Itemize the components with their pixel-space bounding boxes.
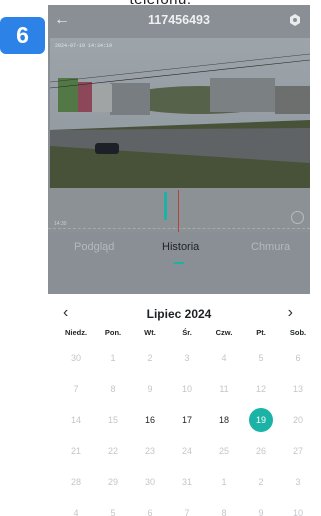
calendar-day[interactable]: 11 [209, 379, 239, 399]
tab-podglad[interactable]: Podgląd [74, 241, 114, 253]
calendar-day[interactable]: 6 [135, 503, 165, 516]
calendar-day[interactable]: 21 [61, 441, 91, 461]
calendar-day[interactable]: 18 [209, 410, 239, 430]
calendar-day[interactable]: 17 [172, 410, 202, 430]
calendar-day[interactable]: 10 [283, 503, 310, 516]
calendar-day[interactable]: 25 [209, 441, 239, 461]
view-tabs: Podgląd Historia Chmura [48, 233, 310, 273]
weekday-label: Wt. [144, 328, 156, 337]
recording-marker [164, 192, 167, 220]
gear-icon[interactable] [289, 14, 301, 26]
calendar-day[interactable]: 28 [61, 472, 91, 492]
calendar-day[interactable]: 30 [61, 348, 91, 368]
dimmed-background[interactable]: ← 117456493 2024-07-19 14:34:19 14:30 Po… [48, 5, 310, 294]
calendar-day[interactable]: 27 [283, 441, 310, 461]
timeline-time-label: 14:30 [54, 221, 67, 227]
device-id-title: 117456493 [148, 13, 210, 27]
calendar-day[interactable]: 12 [246, 379, 276, 399]
calendar-day[interactable]: 30 [135, 472, 165, 492]
timeline-cursor[interactable] [178, 190, 179, 232]
calendar-day[interactable]: 13 [283, 379, 310, 399]
tab-chmura[interactable]: Chmura [251, 241, 290, 253]
camera-video-view[interactable]: 2024-07-19 14:34:19 [50, 38, 310, 188]
calendar-day[interactable]: 1 [98, 348, 128, 368]
calendar-day[interactable]: 31 [172, 472, 202, 492]
calendar-day[interactable]: 24 [172, 441, 202, 461]
calendar-day[interactable]: 5 [246, 348, 276, 368]
calendar-day[interactable]: 7 [61, 379, 91, 399]
calendar-day[interactable]: 19 [246, 408, 276, 432]
video-timestamp: 2024-07-19 14:34:19 [55, 43, 113, 49]
timeline-track [48, 228, 310, 229]
chevron-right-icon[interactable]: › [288, 304, 293, 322]
weekday-label: Pt. [256, 328, 266, 337]
weekday-label: Sob. [289, 328, 307, 337]
calendar-day[interactable]: 22 [98, 441, 128, 461]
calendar-day[interactable]: 9 [135, 379, 165, 399]
calendar-sheet: ‹ Lipiec 2024 › Niedz. Pon. Wt. Śr. Czw. Pt. S… [48, 294, 310, 516]
calendar-day[interactable]: 26 [246, 441, 276, 461]
calendar-day[interactable]: 3 [172, 348, 202, 368]
playback-timeline[interactable]: 14:30 [48, 188, 310, 232]
calendar-day[interactable]: 8 [209, 503, 239, 516]
month-title: Lipiec 2024 [146, 307, 212, 321]
weekday-label: Śr. [182, 328, 192, 337]
zoom-icon[interactable] [291, 211, 304, 224]
calendar-day[interactable]: 2 [246, 472, 276, 492]
step-badge: 6 [0, 17, 45, 54]
tab-historia[interactable]: Historia [162, 241, 199, 253]
weekday-label: Czw. [215, 328, 233, 337]
active-tab-indicator [174, 262, 184, 264]
calendar-day[interactable]: 3 [283, 472, 310, 492]
calendar-day[interactable]: 10 [172, 379, 202, 399]
calendar-day[interactable]: 4 [209, 348, 239, 368]
weekday-label: Pon. [104, 328, 122, 337]
camera-frame-image [50, 38, 310, 188]
calendar-day[interactable]: 1 [209, 472, 239, 492]
calendar-day[interactable]: 2 [135, 348, 165, 368]
phone-screen: ← 117456493 2024-07-19 14:34:19 14:30 Po… [48, 5, 310, 516]
calendar-day[interactable]: 14 [61, 410, 91, 430]
calendar-day[interactable]: 9 [246, 503, 276, 516]
calendar-day[interactable]: 8 [98, 379, 128, 399]
weekday-label: Niedz. [64, 328, 88, 337]
calendar-day[interactable]: 5 [98, 503, 128, 516]
calendar-day[interactable]: 23 [135, 441, 165, 461]
calendar-day[interactable]: 7 [172, 503, 202, 516]
calendar-day[interactable]: 4 [61, 503, 91, 516]
arrow-left-icon[interactable]: ← [54, 11, 72, 29]
calendar-day[interactable]: 6 [283, 348, 310, 368]
calendar-day[interactable]: 16 [135, 410, 165, 430]
calendar-day[interactable]: 29 [98, 472, 128, 492]
calendar-day[interactable]: 20 [283, 410, 310, 430]
calendar-day[interactable]: 15 [98, 410, 128, 430]
app-header: ← 117456493 [48, 5, 310, 35]
